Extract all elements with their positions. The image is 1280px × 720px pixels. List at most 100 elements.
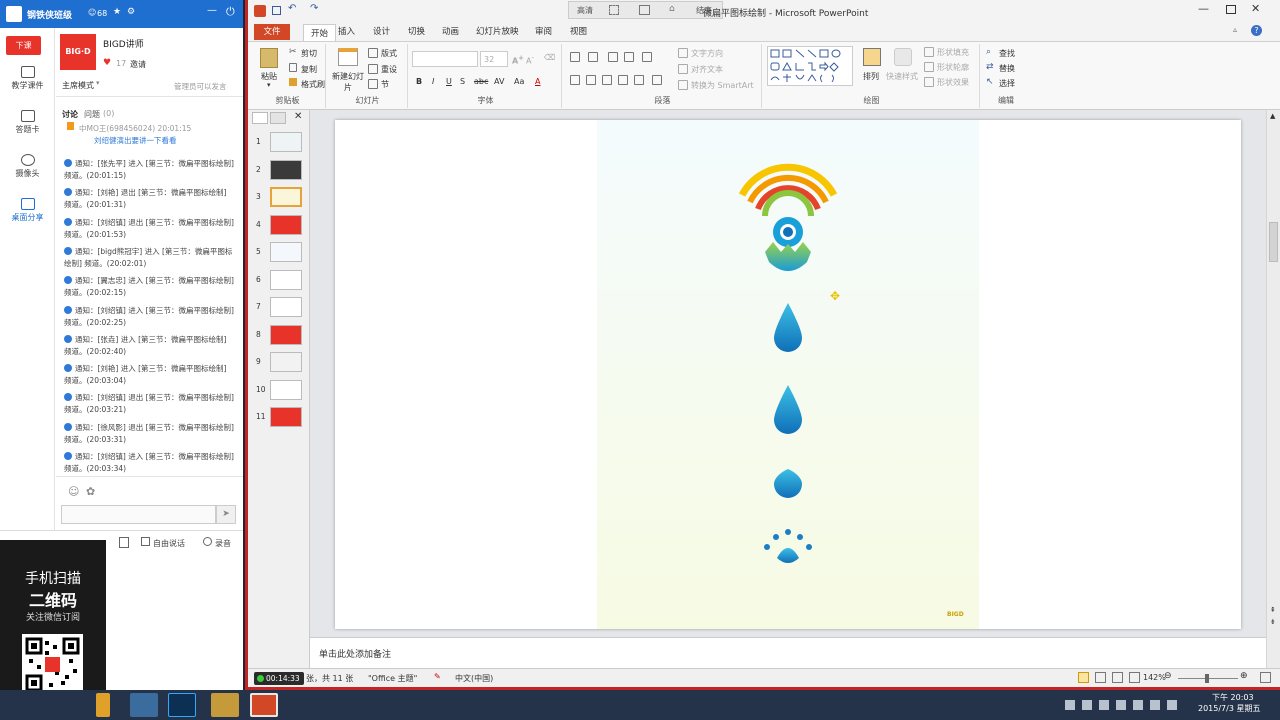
flower-icon[interactable]: ✿ [86, 485, 95, 498]
taskbar-app-stack-icon[interactable] [130, 693, 158, 717]
clock-time[interactable]: 下午 20:03 [1212, 692, 1254, 703]
ribbon-tab[interactable]: 插入 [338, 25, 355, 37]
minimize-icon[interactable]: — [1198, 2, 1209, 15]
smartart-button[interactable]: 转换为 SmartArt [691, 80, 754, 91]
shapes-gallery[interactable] [767, 46, 853, 86]
tab-slides[interactable] [252, 112, 268, 124]
floatbar-select-icon[interactable] [609, 5, 619, 15]
fit-slide-icon[interactable] [1260, 672, 1271, 683]
section-button[interactable]: 节 [381, 79, 389, 90]
columns-icon[interactable] [652, 75, 662, 85]
copy-button[interactable]: 复制 [301, 64, 317, 75]
taskbar-app-icon[interactable] [96, 693, 110, 717]
slide-thumbnail[interactable] [270, 214, 302, 235]
reset-button[interactable]: 重设 [381, 64, 397, 75]
shadow-button[interactable]: S [460, 77, 465, 86]
end-class-button[interactable]: 下课 [6, 36, 41, 55]
tray-icons[interactable] [1065, 700, 1183, 710]
power-icon[interactable]: ⏻ [226, 5, 235, 19]
underline-button[interactable]: U [446, 77, 452, 86]
line-spacing-icon[interactable] [642, 52, 652, 62]
arrange-button[interactable]: 排列 [863, 71, 879, 82]
tab-outline[interactable] [270, 112, 286, 124]
tab-question[interactable]: 问题 [84, 109, 100, 120]
slide-thumbnail[interactable] [270, 159, 302, 180]
distribute-icon[interactable] [634, 75, 644, 85]
nav-answer-card[interactable]: 答题卡 [0, 110, 55, 135]
new-slide-icon[interactable] [338, 48, 358, 66]
quick-styles-button[interactable]: 快速样式 [886, 71, 918, 82]
zoom-in-icon[interactable]: ⊕ [1240, 671, 1248, 681]
record-button[interactable]: 录音 [215, 538, 231, 549]
nav-desktop-share[interactable]: 桌面分享 [0, 198, 55, 223]
strike-button[interactable]: abc [474, 77, 488, 86]
vertical-scrollbar[interactable]: ▲ ⇞ ⇟ [1266, 110, 1280, 668]
align-right-icon[interactable] [602, 75, 612, 85]
scroll-thumb[interactable] [1269, 222, 1278, 262]
notes-pane[interactable]: 单击此处添加备注 [310, 637, 1266, 668]
ribbon-tab[interactable]: 幻灯片放映 [476, 25, 519, 37]
send-button[interactable]: ➤ [216, 505, 236, 524]
shape-effects-button[interactable]: 形状效果 [937, 77, 969, 88]
scroll-up-icon[interactable]: ▲ [1270, 112, 1275, 120]
reading-view-icon[interactable] [1112, 672, 1123, 683]
tab-file[interactable]: 文件 [254, 24, 290, 40]
zoom-slider-thumb[interactable] [1205, 674, 1209, 683]
slide-thumbnail[interactable] [270, 352, 302, 372]
slide-thumbnail[interactable] [270, 379, 302, 400]
tab-discuss[interactable]: 讨论 [62, 109, 78, 120]
ribbon-tab[interactable]: 动画 [442, 25, 459, 37]
home-icon[interactable] [6, 6, 22, 22]
close-icon[interactable]: ✕ [1251, 2, 1260, 15]
close-pane-icon[interactable]: ✕ [294, 111, 302, 122]
clear-format-icon[interactable]: ⌫ [544, 53, 555, 62]
layout-button[interactable]: 版式 [381, 48, 397, 59]
normal-view-icon[interactable] [1078, 672, 1089, 683]
floatbar-window-icon[interactable] [639, 5, 650, 15]
undo-icon[interactable]: ↶ [288, 3, 296, 14]
language[interactable]: 中文(中国) [455, 673, 493, 684]
italic-button[interactable]: I [432, 77, 434, 86]
nav-camera[interactable]: 摄像头 [0, 154, 55, 179]
minimize-icon[interactable]: — [207, 5, 217, 16]
floatbar-home-icon[interactable]: ⌂ [669, 4, 675, 14]
format-painter-button[interactable]: 格式刷 [301, 79, 325, 90]
cut-button[interactable]: 剪切 [301, 48, 317, 59]
ribbon-tab[interactable]: 视图 [570, 25, 587, 37]
next-slide-icon[interactable]: ⇟ [1270, 618, 1276, 626]
taskbar-photoshop-icon[interactable] [168, 693, 196, 717]
chevron-down-icon[interactable]: ▾ [96, 79, 100, 87]
replace-button[interactable]: 替换 [999, 63, 1015, 74]
spacing-button[interactable]: AV [494, 77, 504, 86]
new-slide-button[interactable]: 新建幻灯片 [330, 71, 366, 93]
find-button[interactable]: 查找 [999, 48, 1015, 59]
indent-icon[interactable] [624, 52, 634, 62]
chat-input[interactable] [61, 505, 216, 524]
ribbon-collapse-icon[interactable]: ▵ [1233, 25, 1237, 34]
align-text-button[interactable]: 对齐文本 [691, 64, 723, 75]
settings-icon[interactable]: ⚙ [127, 7, 135, 17]
star-icon[interactable]: ★ [113, 7, 121, 17]
bold-button[interactable]: B [416, 77, 422, 86]
slideshow-icon[interactable] [1129, 672, 1140, 683]
ribbon-tab[interactable]: 切换 [408, 25, 425, 37]
heart-icon[interactable]: ♥ [103, 58, 111, 68]
slide-thumbnail[interactable] [270, 269, 302, 290]
grow-font-button[interactable]: A+ [512, 54, 524, 66]
align-center-icon[interactable] [586, 75, 596, 85]
shrink-font-button[interactable]: A- [526, 54, 534, 66]
current-slide[interactable]: BIGD ✥ [335, 120, 1241, 629]
numbering-icon[interactable] [588, 52, 598, 62]
outdent-icon[interactable] [608, 52, 618, 62]
case-button[interactable]: Aa [514, 77, 524, 86]
shape-outline-button[interactable]: 形状轮廓 [937, 62, 969, 73]
slide-thumbnail[interactable] [270, 324, 302, 345]
ribbon-tab[interactable]: 审阅 [535, 25, 552, 37]
justify-icon[interactable] [618, 75, 628, 85]
ribbon-tab[interactable]: 设计 [373, 25, 390, 37]
prev-slide-icon[interactable]: ⇞ [1270, 606, 1276, 614]
spellcheck-icon[interactable]: ✎ [434, 672, 441, 681]
mode-select[interactable]: 主席模式 [62, 80, 94, 91]
clock-date[interactable]: 2015/7/3 星期五 [1198, 703, 1260, 714]
select-button[interactable]: 选择 [999, 78, 1015, 89]
